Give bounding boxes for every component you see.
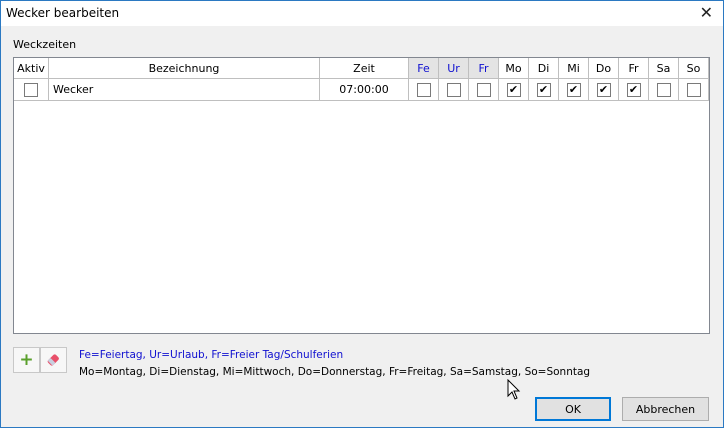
day-checkbox-fr[interactable]: ✔ [626,82,641,97]
column-header[interactable]: Do [589,58,619,79]
dialog-window: Wecker bearbeiten ✕ Weckzeiten Aktiv Beze… [0,0,724,428]
day-checkbox-fr[interactable] [476,82,491,97]
mouse-cursor-icon [507,379,521,400]
name-cell[interactable]: Wecker [49,79,320,101]
column-header[interactable]: Sa [649,58,679,79]
column-header[interactable]: Fr [469,58,499,79]
delete-button[interactable] [40,347,67,373]
alarm-grid: Aktiv Bezeichnung Zeit Fe Ur Fr Mo Di Mi Do Fr Sa So… [13,57,710,334]
day-cell: ✔ [559,79,589,101]
day-cell: ✔ [589,79,619,101]
day-checkbox-sa[interactable] [656,82,671,97]
column-header[interactable]: Bezeichnung [49,58,320,79]
day-checkbox-fe[interactable] [416,82,431,97]
column-header[interactable]: Fe [409,58,439,79]
day-cell: ✔ [529,79,559,101]
column-header[interactable]: Fr [619,58,649,79]
day-cell [409,79,439,101]
day-checkbox-di[interactable]: ✔ [536,82,551,97]
day-cell [679,79,709,101]
title-bar: Wecker bearbeiten ✕ [1,1,723,26]
day-cell [649,79,679,101]
aktiv-cell [14,79,49,101]
column-header[interactable]: Ur [439,58,469,79]
column-header[interactable]: Zeit [320,58,409,79]
column-header[interactable]: So [679,58,709,79]
column-header[interactable]: Mo [499,58,529,79]
column-header[interactable]: Aktiv [14,58,49,79]
add-button[interactable]: + [13,347,40,373]
day-cell: ✔ [619,79,649,101]
cancel-button[interactable]: Abbrechen [622,397,709,421]
day-checkbox-mo[interactable]: ✔ [506,82,521,97]
column-header[interactable]: Di [529,58,559,79]
day-cell [439,79,469,101]
legend-weekdays: Mo=Montag, Di=Dienstag, Mi=Mittwoch, Do=… [79,366,591,378]
ok-button[interactable]: OK [535,397,611,421]
aktiv-checkbox[interactable] [24,82,38,97]
day-checkbox-ur[interactable] [446,82,461,97]
group-label: Weckzeiten [13,38,77,51]
legend-special: Fe=Feiertag, Ur=Urlaub, Fr=Freier Tag/Sc… [79,349,344,361]
window-title: Wecker bearbeiten [6,6,120,20]
day-checkbox-so[interactable] [686,82,701,97]
day-cell: ✔ [499,79,529,101]
time-cell[interactable]: 07:00:00 [320,79,409,101]
close-icon[interactable]: ✕ [700,3,713,22]
day-cell [469,79,499,101]
column-header[interactable]: Mi [559,58,589,79]
eraser-icon [47,354,59,366]
day-checkbox-do[interactable]: ✔ [596,82,611,97]
day-checkbox-mi[interactable]: ✔ [566,82,581,97]
plus-icon: + [19,350,34,370]
